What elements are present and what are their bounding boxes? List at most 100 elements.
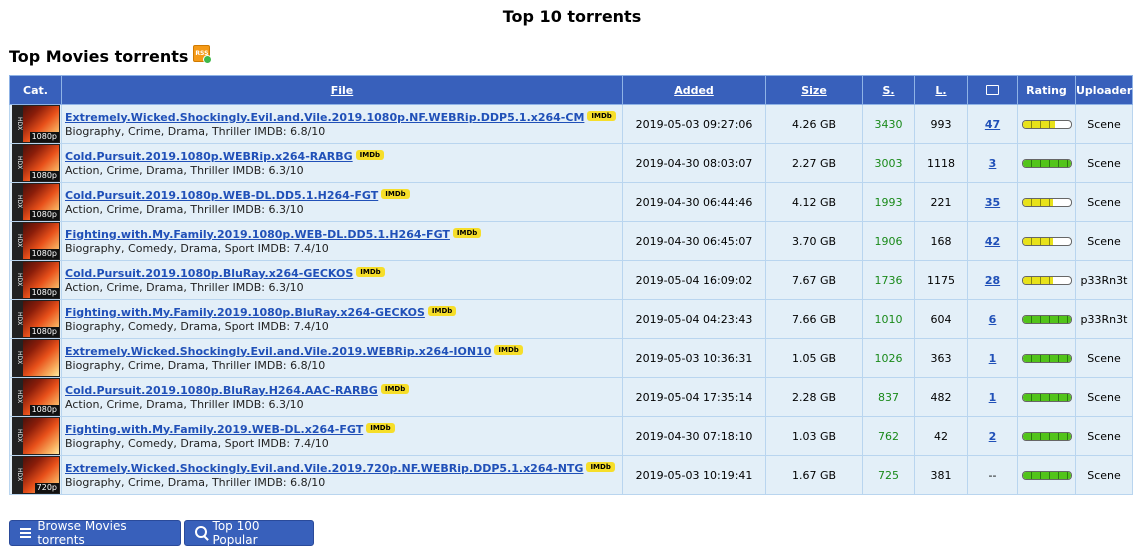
- sort-added-link[interactable]: Added: [674, 84, 714, 97]
- cat-cell: HDX 1080p: [9, 221, 62, 261]
- torrent-link[interactable]: Fighting.with.My.Family.2019.1080p.WEB-D…: [65, 228, 450, 241]
- added-cell: 2019-05-03 10:36:31: [622, 338, 766, 378]
- col-size[interactable]: Size: [765, 75, 863, 105]
- torrent-link[interactable]: Cold.Pursuit.2019.1080p.BluRay.x264-GECK…: [65, 267, 353, 280]
- sort-file-link[interactable]: File: [331, 84, 354, 97]
- imdb-badge[interactable]: IMDb: [356, 266, 385, 277]
- rating-fill: [1022, 355, 1071, 362]
- category-thumbnail[interactable]: HDX 1080p: [12, 261, 60, 299]
- category-thumbnail[interactable]: HDX: [12, 417, 60, 455]
- comments-link[interactable]: 2: [989, 430, 997, 443]
- comments-link[interactable]: 28: [985, 274, 1000, 287]
- cat-cell: HDX 720p: [9, 455, 62, 495]
- category-thumbnail[interactable]: HDX 1080p: [12, 105, 60, 143]
- imdb-badge[interactable]: IMDb: [355, 149, 385, 160]
- torrent-link[interactable]: Extremely.Wicked.Shockingly.Evil.and.Vil…: [65, 345, 491, 358]
- seeders-cell: 1026: [862, 338, 915, 378]
- imdb-badge[interactable]: IMDb: [366, 422, 395, 433]
- comments-link[interactable]: 42: [985, 235, 1000, 248]
- comments-link[interactable]: 3: [989, 157, 997, 170]
- torrent-link[interactable]: Fighting.with.My.Family.2019.1080p.BluRa…: [65, 306, 425, 319]
- category-thumbnail[interactable]: HDX 720p: [12, 456, 60, 494]
- torrent-link[interactable]: Cold.Pursuit.2019.1080p.WEB-DL.DD5.1.H26…: [65, 189, 378, 202]
- torrent-link[interactable]: Fighting.with.My.Family.2019.WEB-DL.x264…: [65, 423, 363, 436]
- comments-icon[interactable]: [986, 84, 999, 95]
- torrent-link[interactable]: Cold.Pursuit.2019.1080p.BluRay.H264.AAC-…: [65, 384, 378, 397]
- imdb-badge[interactable]: IMDb: [586, 461, 615, 472]
- category-thumbnail[interactable]: HDX 1080p: [12, 222, 60, 260]
- comments-link[interactable]: 1: [989, 391, 997, 404]
- sort-size-link[interactable]: Size: [801, 84, 827, 97]
- imdb-badge[interactable]: IMDb: [494, 344, 523, 355]
- rating-bar: [1021, 432, 1072, 441]
- cat-cell: HDX: [9, 416, 62, 456]
- rating-cell: [1017, 338, 1076, 378]
- genre-text: Biography, Crime, Drama, Thriller IMDB: …: [65, 124, 326, 138]
- torrent-link[interactable]: Cold.Pursuit.2019.1080p.WEBRip.x264-RARB…: [65, 150, 353, 163]
- top100-button[interactable]: Top 100 Popular: [184, 519, 314, 547]
- leechers-cell: 604: [914, 299, 968, 339]
- rating-bar: [1021, 159, 1072, 168]
- file-cell: Cold.Pursuit.2019.1080p.WEBRip.x264-RARB…: [61, 143, 623, 183]
- search-icon: [195, 526, 207, 538]
- imdb-badge[interactable]: IMDb: [452, 227, 482, 238]
- col-uploader: Uploader: [1075, 75, 1133, 105]
- leechers-cell: 482: [914, 377, 968, 417]
- imdb-badge[interactable]: IMDb: [381, 188, 410, 199]
- uploader-cell: Scene: [1075, 143, 1133, 183]
- leechers-cell: 993: [914, 104, 968, 144]
- imdb-badge[interactable]: IMDb: [427, 305, 457, 316]
- col-leechers[interactable]: L.: [914, 75, 968, 105]
- leechers-cell: 363: [914, 338, 968, 378]
- rating-cell: [1017, 260, 1076, 300]
- sort-seeders-link[interactable]: S.: [882, 84, 894, 97]
- torrent-link[interactable]: Extremely.Wicked.Shockingly.Evil.and.Vil…: [65, 111, 584, 124]
- comments-cell: 6: [967, 299, 1018, 339]
- col-added[interactable]: Added: [622, 75, 766, 105]
- seeders-cell: 3430: [862, 104, 915, 144]
- genre-text: Biography, Comedy, Drama, Sport IMDB: 7.…: [65, 241, 329, 255]
- seeders-cell: 1010: [862, 299, 915, 339]
- rss-icon[interactable]: RSS: [193, 45, 213, 64]
- comments-cell: 1: [967, 377, 1018, 417]
- genre-text: Biography, Crime, Drama, Thriller IMDB: …: [65, 475, 326, 489]
- table-row: HDX Extremely.Wicked.Shockingly.Evil.and.…: [9, 338, 1133, 378]
- category-thumbnail[interactable]: HDX: [12, 339, 60, 377]
- comments-link: --: [988, 468, 997, 482]
- comments-link[interactable]: 1: [989, 352, 997, 365]
- category-thumbnail[interactable]: HDX 1080p: [12, 183, 60, 221]
- resolution-label: 1080p: [29, 132, 59, 142]
- file-cell: Extremely.Wicked.Shockingly.Evil.and.Vil…: [61, 104, 623, 144]
- category-thumbnail[interactable]: HDX 1080p: [12, 300, 60, 338]
- comments-link[interactable]: 6: [989, 313, 997, 326]
- rating-bar: [1021, 276, 1072, 285]
- category-thumbnail[interactable]: HDX 1080p: [12, 144, 60, 182]
- size-cell: 7.67 GB: [765, 260, 863, 300]
- col-file[interactable]: File: [61, 75, 623, 105]
- col-comments[interactable]: [967, 75, 1018, 105]
- comments-link[interactable]: 47: [985, 118, 1000, 131]
- sort-leechers-link[interactable]: L.: [935, 84, 946, 97]
- page-title: Top 10 torrents: [502, 7, 642, 26]
- genre-text: Biography, Crime, Drama, Thriller IMDB: …: [65, 358, 326, 372]
- imdb-badge[interactable]: IMDb: [587, 110, 616, 121]
- category-thumbnail[interactable]: HDX 1080p: [12, 378, 60, 416]
- col-seeders[interactable]: S.: [862, 75, 915, 105]
- imdb-badge[interactable]: IMDb: [380, 383, 410, 394]
- list-icon: [20, 528, 32, 538]
- uploader-cell: Scene: [1075, 416, 1133, 456]
- torrent-link[interactable]: Extremely.Wicked.Shockingly.Evil.and.Vil…: [65, 462, 583, 475]
- seeders-cell: 3003: [862, 143, 915, 183]
- browse-movies-button[interactable]: Browse Movies torrents: [9, 519, 181, 547]
- table-row: HDX 1080p Cold.Pursuit.2019.1080p.WEBRip.x…: [9, 143, 1133, 183]
- seeders-cell: 1736: [862, 260, 915, 300]
- resolution-label: 1080p: [29, 288, 59, 298]
- comments-link[interactable]: 35: [985, 196, 1000, 209]
- added-cell: 2019-04-30 06:44:46: [622, 182, 766, 222]
- seeders-cell: 725: [862, 455, 915, 495]
- rating-cell: [1017, 182, 1076, 222]
- size-cell: 1.67 GB: [765, 455, 863, 495]
- table-row: HDX 1080p Fighting.with.My.Family.2019.108…: [9, 299, 1133, 339]
- file-cell: Extremely.Wicked.Shockingly.Evil.and.Vil…: [61, 338, 623, 378]
- added-cell: 2019-04-30 08:03:07: [622, 143, 766, 183]
